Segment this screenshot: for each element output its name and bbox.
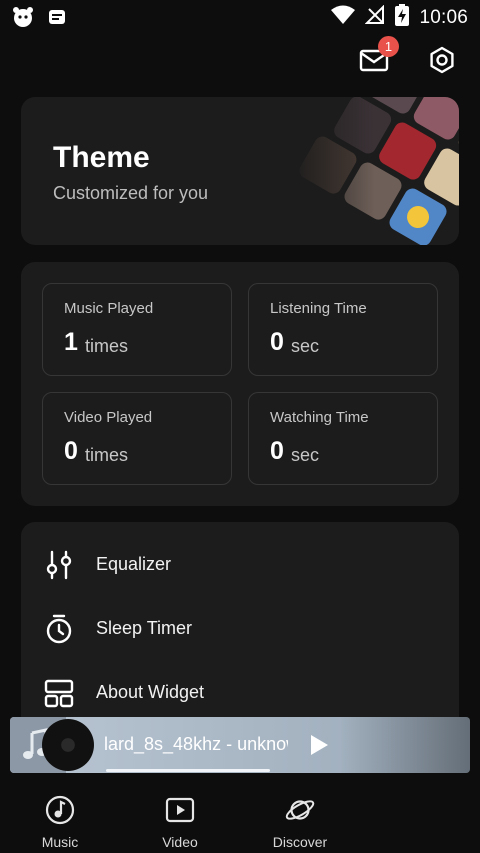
- nav-label: Discover: [272, 834, 328, 850]
- gear-icon: [430, 46, 454, 74]
- stat-label: Listening Time: [270, 300, 367, 317]
- clock: 10:06: [419, 6, 468, 28]
- stat-unit: sec: [291, 336, 320, 356]
- video-icon: [165, 797, 195, 823]
- stat-listening-time: Listening Time 0 sec: [248, 283, 438, 376]
- vinyl-disc: [42, 719, 94, 771]
- menu-item-equalizer[interactable]: Equalizer: [21, 535, 459, 595]
- stat-unit: times: [85, 336, 129, 356]
- equalizer-icon: [46, 550, 72, 580]
- stat-label: Watching Time: [270, 409, 369, 426]
- timer-icon: [46, 614, 72, 644]
- stat-video-played: Video Played 0 times: [42, 392, 232, 485]
- message-notification-icon: [48, 8, 66, 31]
- stat-unit: sec: [291, 445, 320, 465]
- planet-icon: [285, 800, 315, 820]
- stat-unit: times: [85, 445, 129, 465]
- wifi-icon: [331, 5, 356, 30]
- stat-label: Music Played: [64, 300, 154, 317]
- menu-label: Sleep Timer: [96, 618, 193, 638]
- music-icon: [45, 795, 75, 825]
- stat-music-played: Music Played 1 times: [42, 283, 232, 376]
- nav-tab-video[interactable]: Video: [120, 790, 240, 850]
- unread-badge: 1: [378, 36, 399, 57]
- widget-icon: [44, 679, 74, 708]
- menu-item-sleep-timer[interactable]: Sleep Timer: [21, 599, 459, 659]
- play-icon: [311, 735, 328, 755]
- stats-card: Music Played 1 times Listening Time 0 se…: [21, 262, 459, 506]
- theme-title: Theme: [53, 141, 150, 174]
- stat-value: 0: [270, 437, 284, 465]
- app-screen: 10:06 1 Theme Customized for you Music P…: [0, 0, 480, 853]
- nav-tab-discover[interactable]: Discover: [240, 790, 360, 850]
- theme-card[interactable]: Theme Customized for you: [21, 97, 459, 245]
- track-progress: [106, 769, 270, 772]
- mini-player[interactable]: lard_8s_48khz - unknown: [10, 717, 470, 773]
- battery-charging-icon: [395, 4, 410, 31]
- play-button[interactable]: [304, 731, 332, 759]
- bottom-navigation: Music Video Discover: [0, 780, 480, 853]
- no-signal-icon: [365, 4, 385, 30]
- stat-value: 0: [270, 328, 284, 356]
- theme-preview-art: [289, 97, 459, 245]
- stat-watching-time: Watching Time 0 sec: [248, 392, 438, 485]
- track-title: lard_8s_48khz - unknown: [104, 734, 288, 754]
- status-bar: 10:06: [0, 0, 480, 34]
- nav-tab-music[interactable]: Music: [0, 790, 120, 850]
- stat-value: 1: [64, 328, 78, 356]
- theme-subtitle: Customized for you: [53, 183, 209, 203]
- app-notification-icon: [12, 6, 34, 33]
- menu-item-about-widget[interactable]: About Widget: [21, 663, 459, 723]
- nav-label: Music: [41, 834, 79, 850]
- settings-button[interactable]: [424, 42, 460, 78]
- stat-label: Video Played: [64, 409, 153, 426]
- player-shade: [340, 717, 470, 773]
- nav-label: Video: [162, 834, 198, 850]
- stat-value: 0: [64, 437, 78, 465]
- menu-label: About Widget: [96, 682, 205, 702]
- menu-label: Equalizer: [96, 554, 172, 574]
